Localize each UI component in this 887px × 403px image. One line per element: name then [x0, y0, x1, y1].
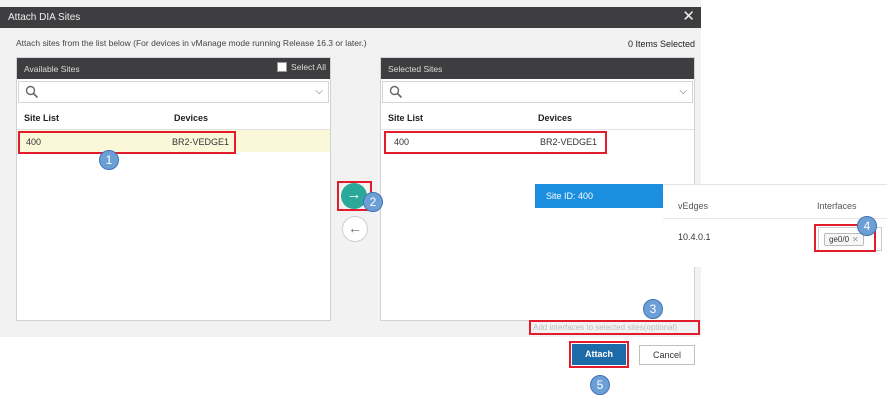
selected-search-input[interactable]	[407, 84, 657, 100]
col-site-list: Site List	[24, 113, 60, 123]
items-selected-count: 0 Items Selected	[627, 39, 695, 49]
selected-sites-header: Selected Sites	[381, 58, 694, 79]
highlight-box-optional-link	[529, 320, 700, 335]
callout-badge-5: 5	[590, 375, 610, 395]
callout-badge-4: 4	[857, 216, 877, 236]
available-sites-panel: Available Sites Select All ⌵ Site List D…	[16, 57, 331, 321]
available-search[interactable]: ⌵	[18, 81, 329, 103]
divider	[663, 218, 887, 219]
select-all-checkbox[interactable]	[277, 62, 288, 72]
cancel-button[interactable]: Cancel	[639, 345, 695, 365]
select-all[interactable]: Select All	[277, 62, 326, 72]
highlight-box-attach	[569, 341, 629, 368]
available-column-header: Site List Devices	[17, 103, 330, 130]
chevron-down-icon[interactable]: ⌵	[679, 86, 687, 97]
selected-search[interactable]: ⌵	[382, 81, 693, 103]
available-sites-header: Available Sites Select All	[17, 58, 330, 79]
selected-column-header: Site List Devices	[381, 103, 694, 130]
callout-badge-1: 1	[99, 150, 119, 170]
chevron-down-icon[interactable]: ⌵	[315, 86, 323, 97]
col-interfaces: Interfaces	[817, 201, 857, 211]
site-id-tab[interactable]: Site ID: 400	[535, 184, 663, 208]
vedge-ip: 10.4.0.1	[678, 232, 711, 242]
search-icon	[25, 85, 39, 99]
col-vedges: vEdges	[678, 201, 709, 211]
col-site-list: Site List	[388, 113, 424, 123]
select-all-label: Select All	[291, 62, 326, 72]
available-search-input[interactable]	[43, 84, 293, 100]
col-devices: Devices	[174, 113, 209, 123]
close-icon[interactable]: ✕	[682, 8, 695, 26]
highlight-box-selected-row	[384, 131, 607, 154]
site-id-label: Site ID: 400	[546, 191, 594, 201]
instruction-text: Attach sites from the list below (For de…	[16, 38, 367, 48]
available-sites-title: Available Sites	[24, 64, 80, 74]
callout-badge-3: 3	[643, 299, 663, 319]
search-icon	[389, 85, 403, 99]
highlight-box-available-row	[18, 131, 236, 154]
dialog-title: Attach DIA Sites	[8, 12, 81, 23]
selected-sites-title: Selected Sites	[388, 64, 443, 74]
arrow-left-icon[interactable]: ←	[342, 216, 368, 242]
col-devices: Devices	[538, 113, 573, 123]
callout-badge-2: 2	[363, 192, 383, 212]
dialog-titlebar: Attach DIA Sites ✕	[0, 7, 701, 28]
